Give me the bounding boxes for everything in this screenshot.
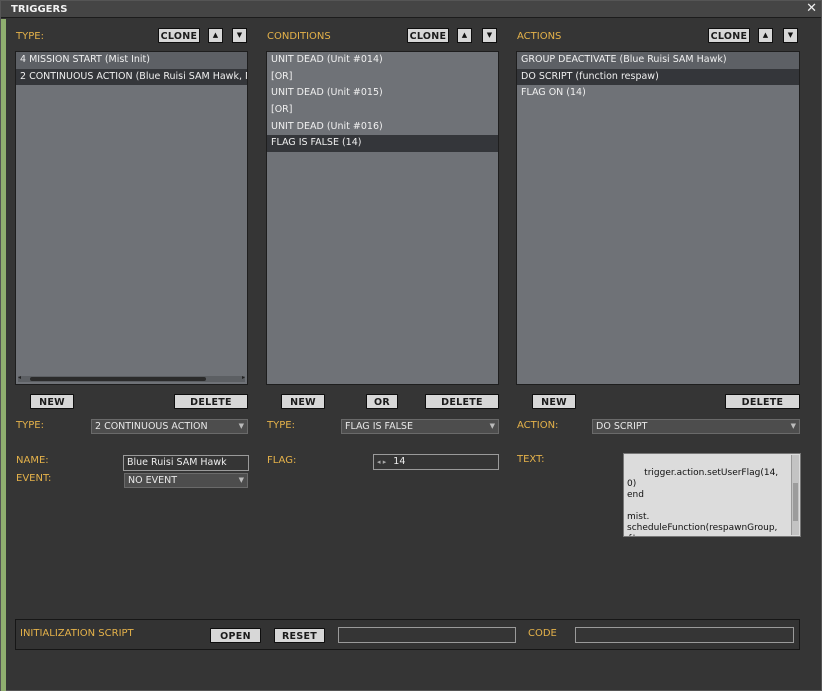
trigger-clone-button[interactable]: CLONE — [158, 28, 200, 43]
condition-list-item[interactable]: FLAG IS FALSE (14) — [267, 135, 498, 153]
trigger-list-hscrollbar[interactable]: ◂ ▸ — [18, 374, 245, 382]
trigger-type-header: TYPE: — [16, 31, 44, 42]
condition-type-select[interactable]: FLAG IS FALSE ▼ — [341, 419, 499, 434]
chevron-down-icon: ▼ — [238, 422, 244, 430]
trigger-event-select[interactable]: NO EVENT ▼ — [124, 473, 248, 488]
trigger-type-value: 2 CONTINUOUS ACTION — [95, 421, 208, 432]
trigger-move-up-icon[interactable]: ▲ — [208, 28, 223, 43]
left-edge-strip — [1, 19, 6, 691]
action-type-label: ACTION: — [517, 420, 559, 431]
scroll-left-icon[interactable]: ◂ — [18, 374, 21, 381]
trigger-list: 4 MISSION START (Mist Init) 2 CONTINUOUS… — [15, 51, 248, 385]
condition-move-up-icon[interactable]: ▲ — [457, 28, 472, 43]
action-type-select[interactable]: DO SCRIPT ▼ — [592, 419, 800, 434]
actions-header: ACTIONS — [517, 31, 562, 42]
action-list-item[interactable]: DO SCRIPT (function respaw) — [517, 68, 799, 86]
chevron-down-icon: ▼ — [238, 476, 244, 484]
condition-list-item[interactable]: UNIT DEAD (Unit #016) — [267, 119, 498, 136]
scroll-right-icon[interactable]: ▸ — [242, 374, 245, 381]
action-text-label: TEXT: — [517, 454, 545, 465]
action-move-up-icon[interactable]: ▲ — [758, 28, 773, 43]
action-delete-button[interactable]: DELETE — [725, 394, 800, 409]
actions-list: GROUP DEACTIVATE (Blue Ruisi SAM Hawk) D… — [516, 51, 800, 385]
initialization-script-bar: INITIALIZATION SCRIPT OPEN RESET CODE — [15, 619, 800, 650]
trigger-event-value: NO EVENT — [128, 475, 178, 486]
trigger-name-label: NAME: — [16, 455, 49, 466]
scroll-thumb[interactable] — [30, 377, 206, 381]
trigger-event-label: EVENT: — [16, 473, 52, 484]
window-title: TRIGGERS — [11, 4, 68, 15]
condition-delete-button[interactable]: DELETE — [425, 394, 499, 409]
trigger-list-item[interactable]: 2 CONTINUOUS ACTION (Blue Ruisi SAM Hawk… — [16, 68, 247, 86]
init-reset-button[interactable]: RESET — [274, 628, 325, 643]
init-script-label: INITIALIZATION SCRIPT — [20, 628, 134, 639]
close-icon[interactable]: ✕ — [806, 1, 817, 16]
action-move-down-icon[interactable]: ▼ — [783, 28, 798, 43]
action-list-item[interactable]: GROUP DEACTIVATE (Blue Ruisi SAM Hawk) — [517, 52, 799, 69]
script-text-area[interactable]: trigger.action.setUserFlag(14, 0) end mi… — [623, 453, 801, 537]
trigger-move-down-icon[interactable]: ▼ — [232, 28, 247, 43]
condition-flag-label: FLAG: — [267, 455, 297, 466]
trigger-new-button[interactable]: NEW — [30, 394, 74, 409]
action-new-button[interactable]: NEW — [532, 394, 576, 409]
conditions-list: UNIT DEAD (Unit #014) [OR] UNIT DEAD (Un… — [266, 51, 499, 385]
trigger-type-label: TYPE: — [16, 420, 44, 431]
condition-or-button[interactable]: OR — [366, 394, 398, 409]
condition-type-label: TYPE: — [267, 420, 295, 431]
title-bar: TRIGGERS ✕ — [1, 1, 821, 18]
stepper-arrows-icon[interactable]: ◂ ▸ — [377, 458, 386, 466]
init-code-label: CODE — [528, 628, 557, 639]
actions-clone-button[interactable]: CLONE — [708, 28, 750, 43]
condition-list-item[interactable]: UNIT DEAD (Unit #014) — [267, 52, 498, 69]
conditions-header: CONDITIONS — [267, 31, 331, 42]
triggers-window: TRIGGERS ✕ TYPE: CLONE ▲ ▼ 4 MISSION STA… — [0, 0, 822, 691]
chevron-down-icon: ▼ — [790, 422, 796, 430]
action-type-value: DO SCRIPT — [596, 421, 648, 432]
triggers-content: TYPE: CLONE ▲ ▼ 4 MISSION START (Mist In… — [7, 19, 819, 686]
condition-new-button[interactable]: NEW — [281, 394, 325, 409]
init-open-button[interactable]: OPEN — [210, 628, 261, 643]
action-list-item[interactable]: FLAG ON (14) — [517, 85, 799, 102]
condition-move-down-icon[interactable]: ▼ — [482, 28, 497, 43]
trigger-list-item[interactable]: 4 MISSION START (Mist Init) — [16, 52, 247, 69]
flag-value: 14 — [393, 456, 406, 467]
trigger-name-input[interactable]: Blue Ruisi SAM Hawk — [123, 455, 249, 471]
trigger-delete-button[interactable]: DELETE — [174, 394, 248, 409]
condition-type-value: FLAG IS FALSE — [345, 421, 413, 432]
flag-number-stepper[interactable]: ◂ ▸ 14 — [373, 454, 499, 470]
init-code-input[interactable] — [575, 627, 794, 643]
condition-list-item[interactable]: [OR] — [267, 69, 498, 86]
init-script-file-input[interactable] — [338, 627, 516, 643]
trigger-type-select[interactable]: 2 CONTINUOUS ACTION ▼ — [91, 419, 248, 434]
condition-list-item[interactable]: UNIT DEAD (Unit #015) — [267, 85, 498, 102]
conditions-clone-button[interactable]: CLONE — [407, 28, 449, 43]
scroll-thumb[interactable] — [793, 483, 798, 521]
script-text: trigger.action.setUserFlag(14, 0) end mi… — [627, 468, 779, 536]
chevron-down-icon: ▼ — [489, 422, 495, 430]
script-text-scrollbar[interactable] — [791, 455, 799, 535]
condition-list-item[interactable]: [OR] — [267, 102, 498, 119]
